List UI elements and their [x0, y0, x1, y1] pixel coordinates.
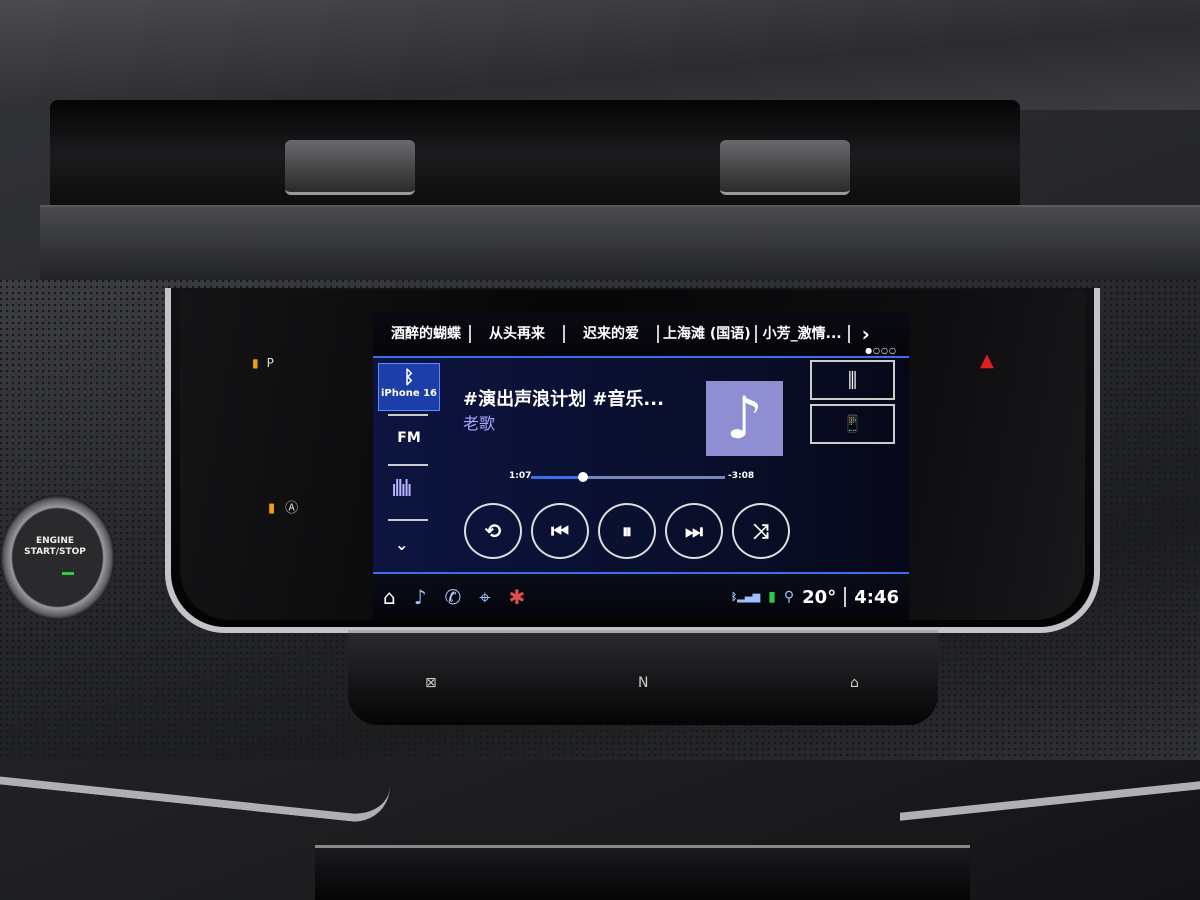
temperature: 20°: [802, 586, 837, 608]
progress-slider[interactable]: [531, 472, 725, 482]
park-assist-label: P: [266, 356, 274, 370]
divider: [388, 519, 428, 521]
location-icon: ⚲: [783, 589, 795, 605]
source-fm[interactable]: FM: [385, 430, 433, 446]
album-art-music-note-icon: ♪: [706, 381, 783, 456]
shuffle-button[interactable]: ⤨: [732, 503, 790, 559]
phone-audio-button[interactable]: 📱: [810, 404, 895, 444]
auto-stop-indicator[interactable]: ▮ Ⓐ: [268, 497, 298, 516]
battery-icon: ▮: [768, 589, 776, 605]
equalizer-icon: ⫼: [847, 368, 858, 392]
auto-stop-icon: Ⓐ: [285, 501, 299, 516]
climate-icon[interactable]: ✱: [509, 585, 526, 609]
page-indicator: ●○○○: [865, 346, 897, 355]
favorite-tab[interactable]: 酒醉的蝴蝶: [383, 325, 471, 343]
previous-icon: ⏮: [551, 519, 569, 543]
home-button[interactable]: ⌂: [850, 675, 859, 691]
home-icon[interactable]: ⌂: [383, 585, 396, 609]
divider: [844, 587, 847, 607]
bluetooth-signal-icon: ᛒ▂▄▆: [731, 591, 761, 603]
indicator-led: ▮: [268, 501, 276, 516]
shuffle-icon: ⤨: [753, 519, 769, 543]
vent-tab-left[interactable]: [285, 140, 415, 195]
park-assist-indicator[interactable]: ▮ P: [252, 356, 274, 370]
progress-fill: [531, 476, 584, 479]
dashboard-top: [0, 0, 1200, 110]
bluetooth-icon: ᛒ: [403, 367, 415, 388]
air-vent: [50, 100, 1020, 210]
phone-icon[interactable]: ✆: [444, 585, 461, 609]
divider: [388, 414, 428, 416]
favorite-tab[interactable]: 从头再来: [471, 325, 565, 343]
indicator-led: ▮: [252, 356, 259, 370]
pause-icon: ⏸: [622, 519, 632, 543]
chevron-right-icon[interactable]: ›: [862, 322, 870, 346]
equalizer-button[interactable]: ⫼: [810, 360, 895, 400]
divider: [388, 464, 428, 466]
favorite-tab[interactable]: 迟来的爱: [565, 325, 659, 343]
repeat-button[interactable]: ⟲: [464, 503, 522, 559]
previous-button[interactable]: ⏮: [531, 503, 589, 559]
engine-label: ENGINE START/STOP: [24, 536, 86, 557]
artist-name: 老歌: [463, 414, 496, 433]
status-indicators: ᛒ▂▄▆ ▮ ⚲ 20° 4:46: [731, 574, 899, 620]
pause-button[interactable]: ⏸: [598, 503, 656, 559]
next-icon: ⏭: [685, 519, 703, 543]
infotainment-screen: 酒醉的蝴蝶 从头再来 迟来的爱 上海滩 (国语) 小芳_激情... › ●○○○…: [373, 312, 909, 620]
audio-source-icon[interactable]: ıllılı: [391, 477, 413, 502]
clock: 4:46: [854, 586, 899, 608]
source-bluetooth[interactable]: ᛒ iPhone 16: [378, 363, 440, 411]
engine-led: [62, 572, 74, 575]
dash-trim: [40, 205, 1200, 285]
vent-tab-right[interactable]: [720, 140, 850, 195]
favorite-tab[interactable]: 小芳_激情...: [757, 325, 850, 343]
repeat-icon: ⟲: [484, 519, 502, 543]
elapsed-time: 1:07: [509, 471, 532, 481]
favorites-bar: 酒醉的蝴蝶 从头再来 迟来的爱 上海滩 (国语) 小芳_激情... ›: [373, 312, 909, 356]
mute-button[interactable]: ⊠: [425, 675, 437, 691]
music-icon[interactable]: ♪: [414, 585, 427, 609]
favorite-tab[interactable]: 上海滩 (国语): [659, 325, 757, 343]
chevron-down-icon[interactable]: ⌄: [395, 535, 408, 554]
device-name: iPhone 16: [380, 388, 438, 399]
remaining-time: -3:08: [728, 471, 755, 481]
hazard-button[interactable]: ▲: [980, 350, 994, 371]
navigation-icon[interactable]: ⌖: [479, 585, 490, 609]
phone-audio-icon: 📱: [842, 414, 863, 433]
nfc-button[interactable]: N: [638, 675, 648, 691]
next-button[interactable]: ⏭: [665, 503, 723, 559]
playback-controls: ⟲ ⏮ ⏸ ⏭ ⤨: [464, 503, 790, 559]
climate-panel: [315, 845, 970, 900]
song-title: #演出声浪计划 #音乐...: [463, 389, 664, 410]
